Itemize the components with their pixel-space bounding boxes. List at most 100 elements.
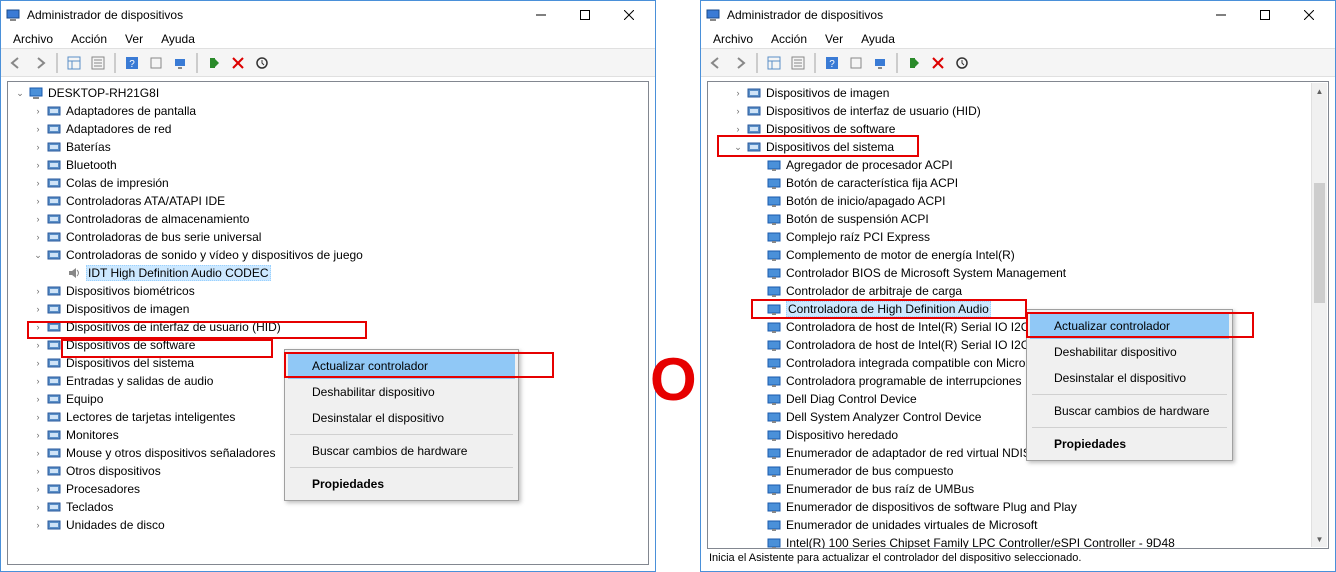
scroll-up-button[interactable]: ▲ [1312,83,1327,99]
enable-button[interactable] [903,52,925,74]
menu-archivo[interactable]: Archivo [705,30,761,48]
properties-button[interactable] [787,52,809,74]
tree-device[interactable]: Enumerador de bus compuesto [708,462,1328,480]
forward-button[interactable] [29,52,51,74]
tree-device[interactable]: Controlador BIOS de Microsoft System Man… [708,264,1328,282]
enable-button[interactable] [203,52,225,74]
tree-device[interactable]: IDT High Definition Audio CODEC [8,264,648,282]
expand-icon[interactable]: › [30,301,46,317]
expand-icon[interactable]: › [30,463,46,479]
tree-category[interactable]: ›Dispositivos de imagen [8,300,648,318]
expand-icon[interactable]: › [730,85,746,101]
expand-icon[interactable]: › [30,103,46,119]
expand-icon[interactable]: › [30,409,46,425]
menu-accion[interactable]: Acción [763,30,815,48]
device-tree[interactable]: ›Dispositivos de imagen›Dispositivos de … [707,81,1329,549]
expand-icon[interactable]: › [30,427,46,443]
menu-accion[interactable]: Acción [63,30,115,48]
maximize-button[interactable] [1243,1,1287,29]
context-menu-item[interactable]: Propiedades [1030,431,1229,457]
tree-category[interactable]: ›Colas de impresión [8,174,648,192]
tree-device[interactable]: Complemento de motor de energía Intel(R) [708,246,1328,264]
tree-device[interactable]: Botón de característica fija ACPI [708,174,1328,192]
tree-device[interactable]: Complejo raíz PCI Express [708,228,1328,246]
tree-category[interactable]: ›Dispositivos de imagen [708,84,1328,102]
tree-device[interactable]: Enumerador de unidades virtuales de Micr… [708,516,1328,534]
scroll-down-button[interactable]: ▼ [1312,531,1327,547]
export-button[interactable] [845,52,867,74]
minimize-button[interactable] [1199,1,1243,29]
menu-ayuda[interactable]: Ayuda [853,30,903,48]
expand-icon[interactable]: › [30,373,46,389]
tree-device[interactable]: Controladora programable de interrupcion… [708,372,1328,390]
expand-icon[interactable]: › [730,121,746,137]
tree-device[interactable]: Controlador de arbitraje de carga [708,282,1328,300]
back-button[interactable] [5,52,27,74]
tree-device[interactable]: Controladora de host de Intel(R) Serial … [708,336,1328,354]
tree-device[interactable]: Controladora integrada compatible con Mi… [708,354,1328,372]
expand-icon[interactable]: › [30,139,46,155]
tree-device[interactable]: Botón de inicio/apagado ACPI [708,192,1328,210]
tree-device[interactable]: Controladora de host de Intel(R) Serial … [708,318,1328,336]
tree-category[interactable]: ›Controladoras de almacenamiento [8,210,648,228]
titlebar[interactable]: Administrador de dispositivos [701,1,1335,29]
tree-category[interactable]: ›Dispositivos biométricos [8,282,648,300]
collapse-icon[interactable]: ⌄ [30,247,46,263]
show-hide-tree-button[interactable] [763,52,785,74]
expand-icon[interactable]: › [30,283,46,299]
show-hide-tree-button[interactable] [63,52,85,74]
context-menu-item[interactable]: Desinstalar el dispositivo [288,405,515,431]
scan-button[interactable] [869,52,891,74]
context-menu-item[interactable]: Buscar cambios de hardware [288,438,515,464]
scroll-thumb[interactable] [1314,183,1325,303]
close-button[interactable] [1287,1,1331,29]
tree-category[interactable]: ⌄Dispositivos del sistema [708,138,1328,156]
expand-icon[interactable]: › [730,103,746,119]
tree-category[interactable]: ›Unidades de disco [8,516,648,534]
expand-icon[interactable]: › [30,391,46,407]
expand-icon[interactable]: › [30,175,46,191]
tree-device[interactable]: Dispositivo heredado [708,426,1328,444]
tree-device[interactable]: Dell Diag Control Device [708,390,1328,408]
expand-icon[interactable]: › [30,355,46,371]
expand-icon[interactable]: › [30,121,46,137]
context-menu-item[interactable]: Buscar cambios de hardware [1030,398,1229,424]
expand-icon[interactable]: › [30,211,46,227]
menu-ver[interactable]: Ver [117,30,151,48]
disable-button[interactable] [227,52,249,74]
tree-category[interactable]: ›Dispositivos de software [708,120,1328,138]
maximize-button[interactable] [563,1,607,29]
help-button[interactable]: ? [821,52,843,74]
tree-device[interactable]: Enumerador de dispositivos de software P… [708,498,1328,516]
disable-button[interactable] [927,52,949,74]
vertical-scrollbar[interactable]: ▲ ▼ [1311,83,1327,547]
expand-icon[interactable]: › [30,157,46,173]
tree-category[interactable]: ›Bluetooth [8,156,648,174]
tree-device[interactable]: Intel(R) 100 Series Chipset Family LPC C… [708,534,1328,549]
context-menu-item[interactable]: Deshabilitar dispositivo [1030,339,1229,365]
tree-device[interactable]: Enumerador de bus raíz de UMBus [708,480,1328,498]
tree-device[interactable]: Botón de suspensión ACPI [708,210,1328,228]
expand-icon[interactable]: › [30,445,46,461]
tree-category[interactable]: ›Controladoras de bus serie universal [8,228,648,246]
properties-button[interactable] [87,52,109,74]
menu-ayuda[interactable]: Ayuda [153,30,203,48]
tree-device[interactable]: Dell System Analyzer Control Device [708,408,1328,426]
tree-device[interactable]: Agregador de procesador ACPI [708,156,1328,174]
expand-icon[interactable]: › [30,193,46,209]
titlebar[interactable]: Administrador de dispositivos [1,1,655,29]
collapse-icon[interactable]: ⌄ [730,139,746,155]
tree-category[interactable]: ›Dispositivos de interfaz de usuario (HI… [8,318,648,336]
expand-icon[interactable]: › [30,481,46,497]
update-button[interactable] [951,52,973,74]
tree-category[interactable]: ›Controladoras ATA/ATAPI IDE [8,192,648,210]
close-button[interactable] [607,1,651,29]
tree-category[interactable]: ›Adaptadores de red [8,120,648,138]
tree-category[interactable]: ›Dispositivos de interfaz de usuario (HI… [708,102,1328,120]
menu-archivo[interactable]: Archivo [5,30,61,48]
update-button[interactable] [251,52,273,74]
expand-icon[interactable]: › [30,517,46,533]
expand-icon[interactable]: › [30,337,46,353]
back-button[interactable] [705,52,727,74]
context-menu-item[interactable]: Propiedades [288,471,515,497]
